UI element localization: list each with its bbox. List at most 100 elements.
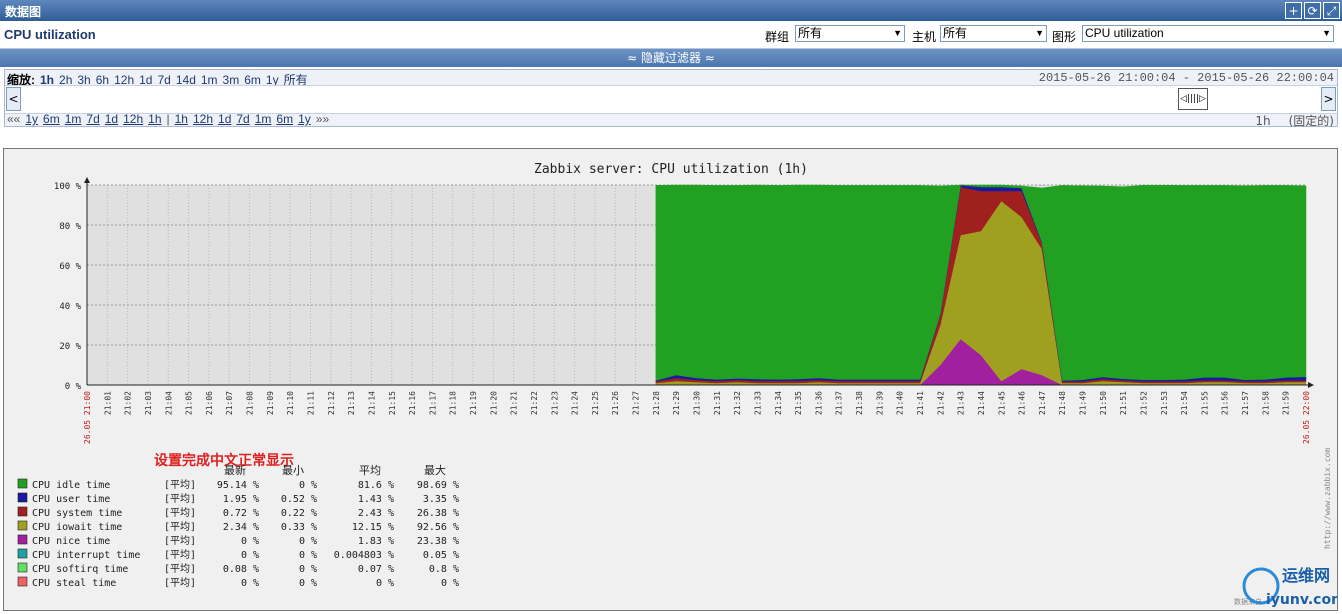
period-info: 1h (固定的) <box>1255 112 1334 129</box>
legend-last: 1.95 % <box>223 494 259 505</box>
legend-func: [平均] <box>164 577 196 589</box>
y-tick-label: 60 % <box>59 262 81 272</box>
legend-min: 0 % <box>299 480 317 491</box>
x-tick-label: 21:48 <box>1058 391 1067 415</box>
legend-max: 3.35 % <box>423 494 459 505</box>
legend-swatch <box>17 562 28 573</box>
legend-last: 0.72 % <box>223 508 259 519</box>
x-tick-label: 21:05 <box>185 391 194 415</box>
x-tick-label: 21:17 <box>428 391 437 415</box>
nav-back-link-5[interactable]: 12h <box>123 112 143 126</box>
graph-container: Zabbix server: CPU utilization (1h) 0 % 2… <box>3 148 1342 611</box>
group-select-value: 所有 <box>798 26 823 40</box>
x-tick-label: 21:20 <box>489 391 498 415</box>
cpu-utilization-chart: Zabbix server: CPU utilization (1h) 0 %2… <box>17 162 1342 608</box>
period-value: 1h <box>1255 114 1271 128</box>
x-tick-label: 21:32 <box>733 391 742 415</box>
x-tick-label: 21:51 <box>1119 391 1128 415</box>
x-tick-label: 21:35 <box>794 391 803 415</box>
add-to-favorites-icon[interactable]: + <box>1285 2 1302 19</box>
nav-forward-link-6[interactable]: 1y <box>298 112 311 126</box>
nav-forward-suffix: »» <box>315 112 330 126</box>
legend-max: 0 % <box>441 578 459 589</box>
legend-name: CPU softirq time <box>32 564 128 575</box>
refresh-icon[interactable]: ⟳ <box>1304 2 1321 19</box>
legend-swatch <box>17 520 28 531</box>
scroll-right-button[interactable]: > <box>1321 87 1336 111</box>
y-tick-label: 20 % <box>59 342 81 352</box>
scroll-left-button[interactable]: < <box>6 87 21 111</box>
nav-forward-link-2[interactable]: 1d <box>218 112 231 126</box>
nav-row: «« 1y 6m 1m 7d 1d 12h 1h | 1h 12h 1d 7d 1m 6m 1y»» <box>7 112 329 126</box>
y-tick-label: 40 % <box>59 302 81 312</box>
timeline-slider-handle[interactable]: ◁||||▷ <box>1178 88 1208 110</box>
group-select[interactable]: 所有 ▼ <box>795 25 905 42</box>
nav-back-link-3[interactable]: 7d <box>86 112 99 126</box>
x-tick-label: 21:11 <box>306 391 315 415</box>
x-tick-label: 21:47 <box>1038 391 1047 415</box>
chevron-down-icon: ▼ <box>1322 28 1331 38</box>
nav-back-prefix: «« <box>7 112 21 126</box>
x-tick-label: 21:03 <box>144 391 153 415</box>
nav-back-link-4[interactable]: 1d <box>105 112 118 126</box>
x-tick-label: 21:40 <box>896 391 905 415</box>
nav-forward-links: 1h 12h 1d 7d 1m 6m 1y <box>170 112 311 126</box>
fullscreen-icon[interactable]: ⤢ <box>1323 2 1340 19</box>
legend-avg: 1.43 % <box>358 494 394 505</box>
x-tick-label: 21:22 <box>530 391 539 415</box>
nav-back-link-0[interactable]: 1y <box>25 112 38 126</box>
legend-max: 0.8 % <box>429 564 459 575</box>
nav-forward-link-5[interactable]: 6m <box>276 112 293 126</box>
graph-select[interactable]: CPU utilization ▼ <box>1082 25 1334 42</box>
legend-last: 2.34 % <box>223 522 259 533</box>
legend-min: 0.22 % <box>281 508 317 519</box>
legend-func: [平均] <box>164 535 196 547</box>
nav-back-link-6[interactable]: 1h <box>148 112 161 126</box>
filter-toggle-bar[interactable]: ≈ 隐藏过滤器 ≈ <box>0 49 1342 67</box>
x-tick-label: 21:52 <box>1139 391 1148 415</box>
logo-url: iyunv.com <box>1266 592 1337 608</box>
nav-back-links: 1y 6m 1m 7d 1d 12h 1h <box>20 112 161 126</box>
x-tick-label: 21:55 <box>1200 391 1209 415</box>
legend-header-0: 最新 <box>224 463 246 477</box>
legend-swatch <box>17 534 28 545</box>
legend-name: CPU nice time <box>32 536 110 547</box>
x-tick-label: 21:06 <box>205 391 214 415</box>
legend-name: CPU idle time <box>32 480 110 491</box>
x-tick-label: 21:28 <box>652 391 661 415</box>
x-tick-label: 21:08 <box>246 391 255 415</box>
fixed-toggle[interactable]: (固定的) <box>1289 114 1334 128</box>
nav-back-link-2[interactable]: 1m <box>65 112 82 126</box>
host-select-value: 所有 <box>943 26 968 40</box>
x-tick-label: 21:27 <box>632 391 641 415</box>
legend-avg: 81.6 % <box>358 480 394 491</box>
legend-min: 0 % <box>299 578 317 589</box>
legend-func: [平均] <box>164 507 196 519</box>
legend-swatch <box>17 506 28 517</box>
nav-back-link-1[interactable]: 6m <box>43 112 60 126</box>
nav-forward-link-0[interactable]: 1h <box>175 112 188 126</box>
timeline-scrollbar[interactable]: < ◁||||▷ > <box>5 85 1337 114</box>
legend-last: 0 % <box>241 578 259 589</box>
legend-last: 0 % <box>241 536 259 547</box>
x-tick-label: 21:59 <box>1282 391 1291 415</box>
nav-forward-link-4[interactable]: 1m <box>255 112 272 126</box>
x-tick-label: 21:07 <box>225 391 234 415</box>
x-tick-label: 21:57 <box>1241 391 1250 415</box>
x-tick-label: 21:54 <box>1180 391 1189 415</box>
legend-avg: 2.43 % <box>358 508 394 519</box>
x-tick-label: 21:14 <box>367 391 376 415</box>
legend-max: 92.56 % <box>417 522 459 533</box>
host-select[interactable]: 所有 ▼ <box>940 25 1047 42</box>
x-tick-label: 21:46 <box>1018 391 1027 415</box>
legend-min: 0.52 % <box>281 494 317 505</box>
logo-text: 运维网 <box>1282 566 1330 585</box>
nav-forward-link-3[interactable]: 7d <box>236 112 249 126</box>
x-tick-label: 21:37 <box>835 391 844 415</box>
legend-func: [平均] <box>164 493 196 505</box>
legend-swatch <box>17 478 28 489</box>
x-tick-label: 21:50 <box>1099 391 1108 415</box>
group-label: 群组 <box>765 30 790 44</box>
legend-avg: 0 % <box>376 578 394 589</box>
nav-forward-link-1[interactable]: 12h <box>193 112 213 126</box>
